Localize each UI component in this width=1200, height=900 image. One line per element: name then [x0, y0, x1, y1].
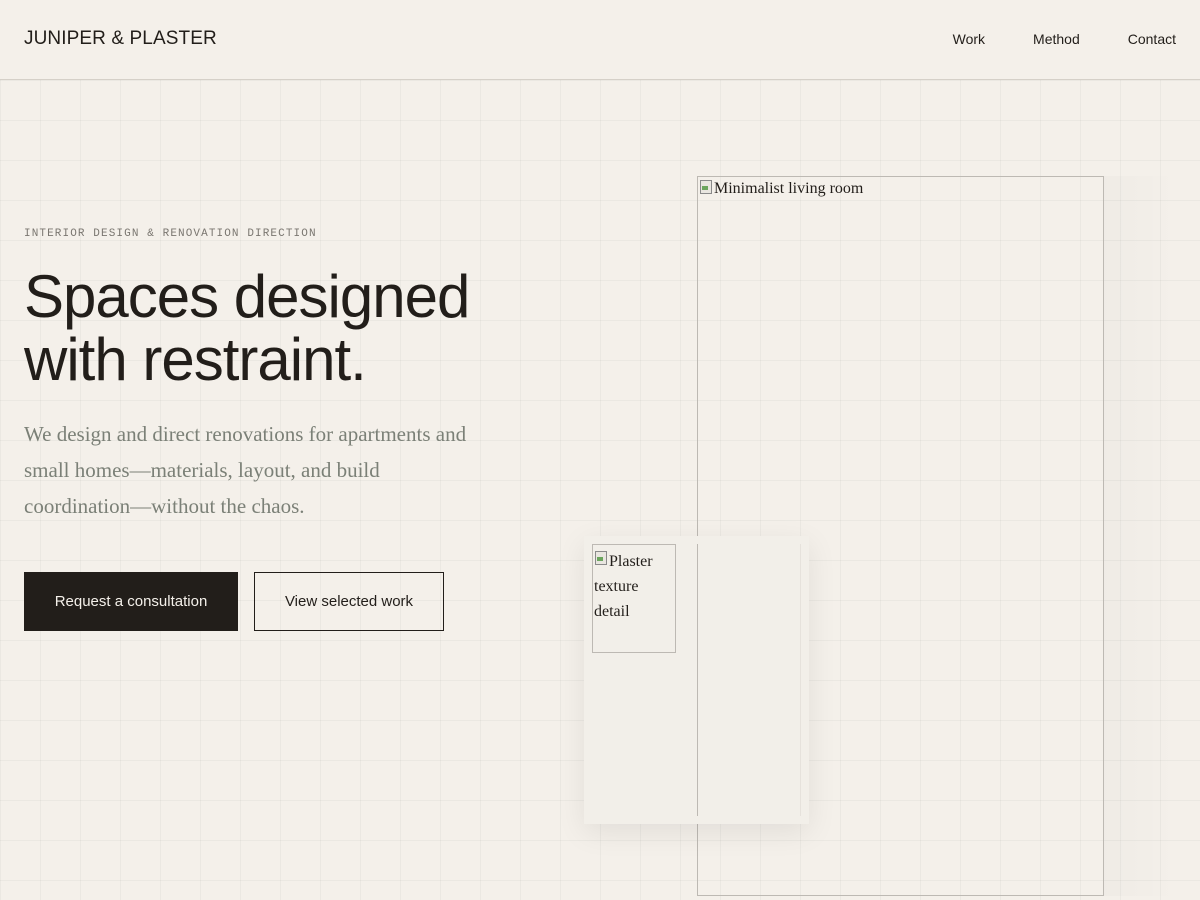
card-divider	[697, 544, 698, 816]
broken-image-icon	[594, 550, 608, 566]
main-image-shadow	[1104, 176, 1176, 896]
card-edge	[800, 544, 801, 816]
main-image-placeholder: Minimalist living room	[699, 179, 863, 199]
detail-image-plaster: Plaster texture detail	[592, 544, 676, 653]
main-image-alt-text: Minimalist living room	[714, 180, 864, 197]
site-header: JUNIPER & PLASTER Work Method Contact	[0, 0, 1200, 80]
nav-link-work[interactable]: Work	[953, 30, 985, 48]
hero-headline-line-1: Spaces designed	[24, 263, 470, 330]
hero-lede: We design and direct renovations for apa…	[24, 422, 467, 518]
nav-link-method[interactable]: Method	[1033, 30, 1080, 48]
detail-image-alt-text: Plaster texture detail	[594, 547, 674, 624]
detail-image-card: Plaster texture detail	[584, 536, 809, 824]
brand-logo-link[interactable]: JUNIPER & PLASTER	[24, 28, 217, 50]
main-nav: Work Method Contact	[953, 30, 1176, 48]
view-selected-work-button[interactable]: View selected work	[254, 572, 444, 631]
hero-headline-line-2: with restraint.	[24, 326, 367, 393]
hero-headline: Spaces designed with restraint.	[24, 265, 544, 391]
request-consultation-button[interactable]: Request a consultation	[24, 572, 238, 631]
nav-link-contact[interactable]: Contact	[1128, 30, 1176, 48]
hero-eyebrow: INTERIOR DESIGN & RENOVATION DIRECTION	[24, 228, 317, 240]
broken-image-icon	[699, 179, 713, 195]
detail-image-placeholder: Plaster texture detail	[594, 547, 674, 624]
